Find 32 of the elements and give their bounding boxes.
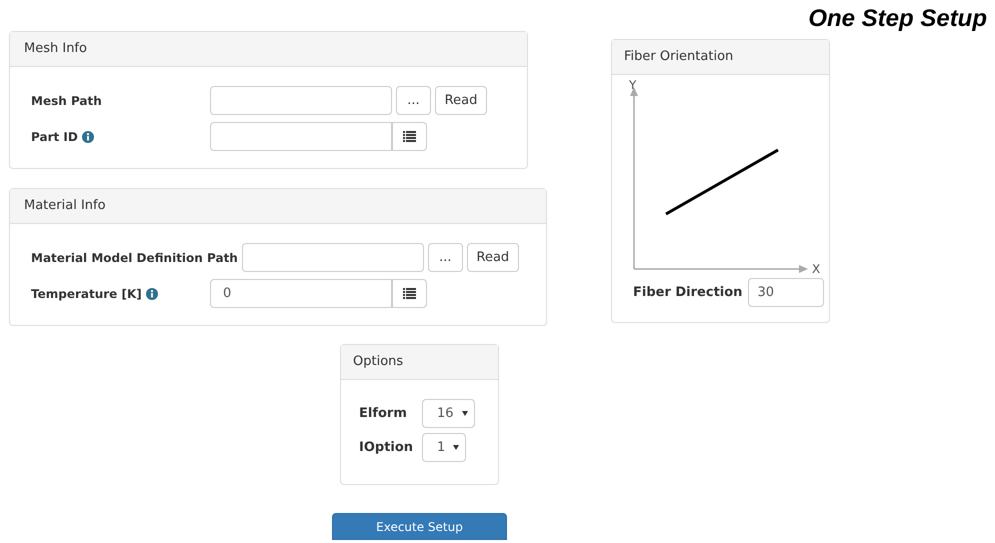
list-button[interactable] bbox=[392, 279, 427, 308]
read-button[interactable]: Read bbox=[435, 86, 487, 115]
read-button[interactable]: Read bbox=[466, 243, 519, 272]
execute-button[interactable]: Execute Setup bbox=[332, 513, 507, 540]
page-title: One Step Setup bbox=[808, 5, 988, 33]
field-label: IOption bbox=[359, 438, 414, 457]
dropdown[interactable]: 1 bbox=[422, 433, 466, 462]
dropdown[interactable]: 16 bbox=[422, 399, 475, 428]
text-field[interactable] bbox=[210, 86, 392, 115]
caret-icon bbox=[453, 445, 460, 450]
browse-button[interactable]: ... bbox=[396, 86, 431, 115]
field-label: Fiber Direction bbox=[633, 284, 742, 302]
text-field[interactable]: 0 bbox=[210, 279, 392, 308]
panel-title: Options bbox=[353, 353, 404, 372]
axis-label: Y bbox=[629, 78, 636, 92]
text-field[interactable] bbox=[242, 243, 424, 272]
panel-title: Fiber Orientation bbox=[624, 48, 734, 66]
list-icon bbox=[403, 131, 416, 142]
field-label: Part ID bbox=[31, 128, 78, 146]
fiber-direction-field[interactable]: 30 bbox=[748, 278, 824, 307]
field-label: Elform bbox=[359, 404, 408, 423]
caret-icon bbox=[462, 411, 468, 416]
axis-label: X bbox=[812, 262, 820, 275]
field-label: Temperature [K] bbox=[31, 286, 142, 302]
panel-title: Material Info bbox=[24, 197, 106, 216]
browse-button[interactable]: ... bbox=[428, 243, 463, 272]
field-label: Mesh Path bbox=[31, 92, 102, 110]
field-label: Material Model Definition Path bbox=[31, 250, 238, 266]
text-field[interactable] bbox=[210, 122, 392, 151]
panel-title: Mesh Info bbox=[24, 40, 87, 58]
list-button[interactable] bbox=[392, 122, 427, 151]
list-icon bbox=[403, 288, 416, 299]
